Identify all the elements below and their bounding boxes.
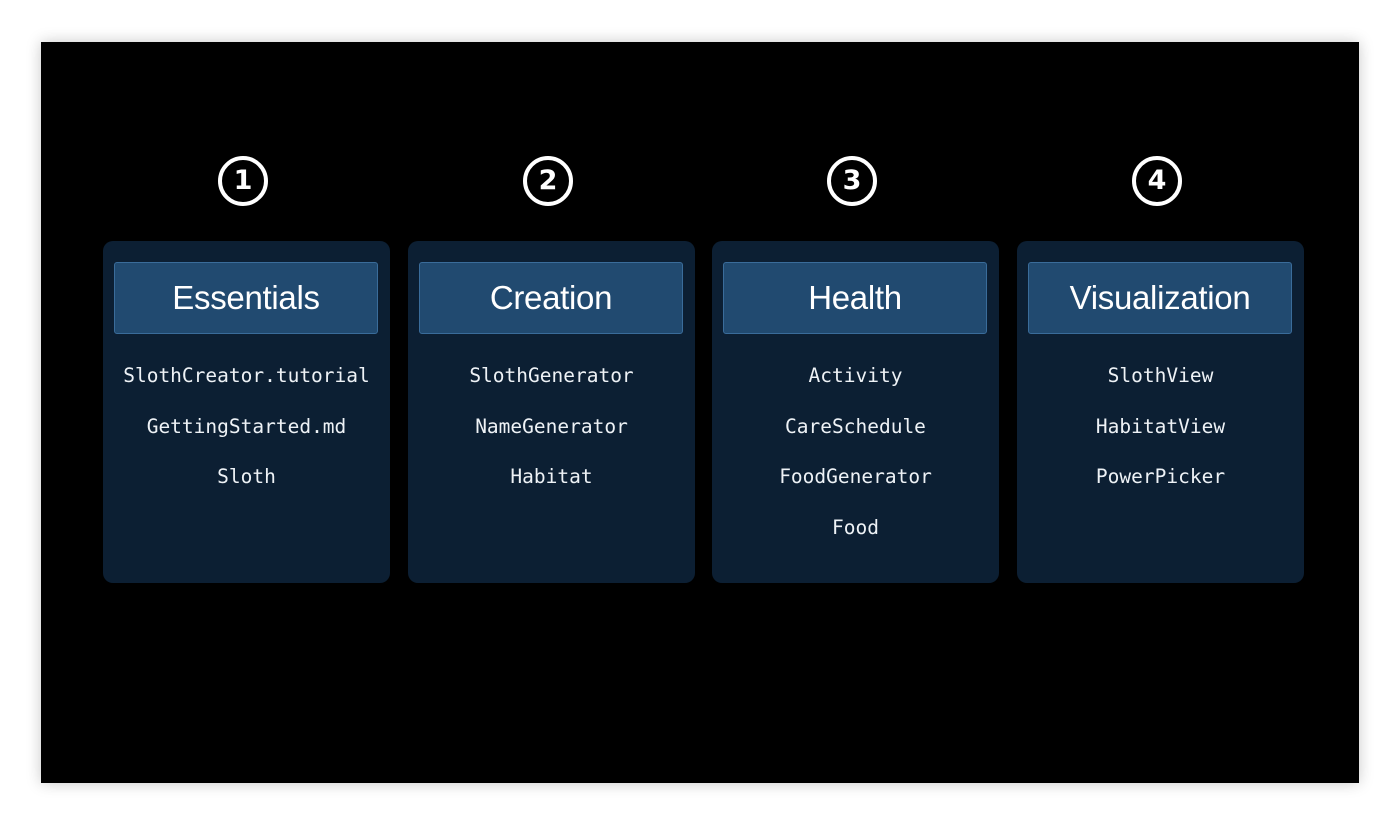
card-title: Health xyxy=(723,262,987,334)
card-item: SlothGenerator xyxy=(469,364,634,387)
column-health: 3 Health Activity CareSchedule FoodGener… xyxy=(712,42,999,783)
topic-card: Essentials SlothCreator.tutorial Getting… xyxy=(103,241,390,583)
column-essentials: 1 Essentials SlothCreator.tutorial Getti… xyxy=(103,42,390,783)
card-item: PowerPicker xyxy=(1095,465,1226,488)
card-item: NameGenerator xyxy=(475,414,628,438)
card-item: HabitatView xyxy=(1095,414,1226,438)
card-title: Creation xyxy=(419,262,683,334)
topic-card: Health Activity CareSchedule FoodGenerat… xyxy=(712,241,999,583)
card-title: Visualization xyxy=(1028,262,1292,334)
card-item: Sloth xyxy=(217,465,276,488)
column-visualization: 4 Visualization SlothView HabitatView Po… xyxy=(1017,42,1304,783)
step-number-badge: 4 xyxy=(1132,156,1182,206)
card-item: GettingStarted.md xyxy=(146,414,347,438)
card-title: Essentials xyxy=(114,262,378,334)
column-creation: 2 Creation SlothGenerator NameGenerator … xyxy=(408,42,695,783)
step-number-badge: 2 xyxy=(523,156,573,206)
card-item-list: SlothGenerator NameGenerator Habitat xyxy=(408,359,695,511)
slide: 1 Essentials SlothCreator.tutorial Getti… xyxy=(41,42,1359,783)
step-number-badge: 1 xyxy=(218,156,268,206)
card-item: SlothView xyxy=(1107,364,1214,387)
topic-card: Visualization SlothView HabitatView Powe… xyxy=(1017,241,1304,583)
card-item-list: Activity CareSchedule FoodGenerator Food xyxy=(712,359,999,561)
card-item: Habitat xyxy=(510,465,593,488)
card-item-list: SlothView HabitatView PowerPicker xyxy=(1017,359,1304,511)
card-item: FoodGenerator xyxy=(779,465,932,488)
topic-card: Creation SlothGenerator NameGenerator Ha… xyxy=(408,241,695,583)
card-item: Activity xyxy=(808,364,903,387)
card-item: SlothCreator.tutorial xyxy=(123,364,370,387)
card-item: Food xyxy=(832,515,879,539)
card-item-list: SlothCreator.tutorial GettingStarted.md … xyxy=(103,359,390,511)
step-number-badge: 3 xyxy=(827,156,877,206)
card-item: CareSchedule xyxy=(785,414,926,438)
